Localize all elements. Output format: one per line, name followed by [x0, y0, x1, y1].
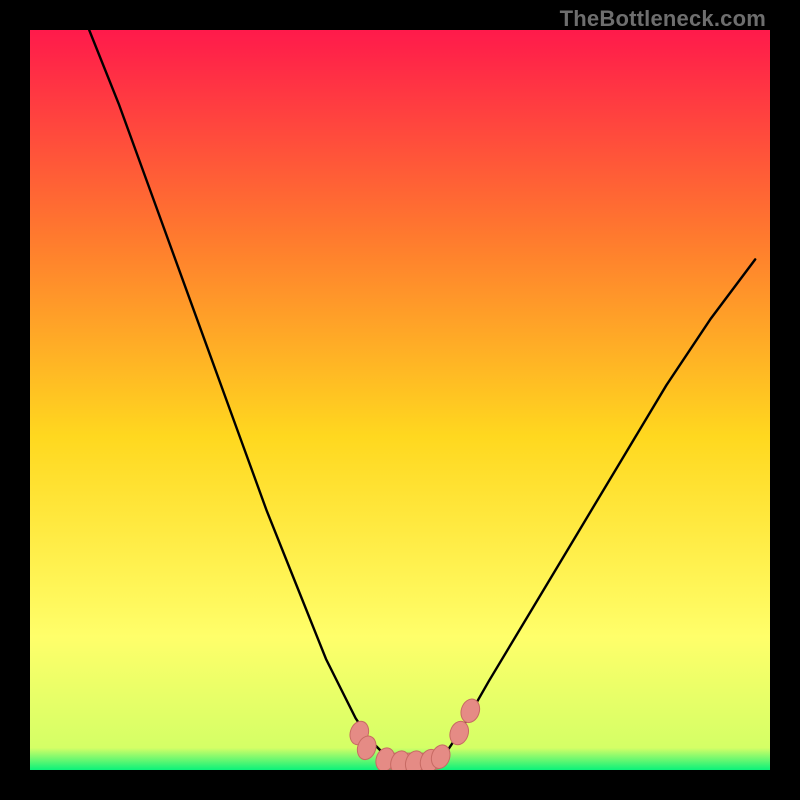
gradient-background: [30, 30, 770, 770]
chart-svg: [30, 30, 770, 770]
watermark-text: TheBottleneck.com: [560, 6, 766, 32]
chart-frame: [30, 30, 770, 770]
